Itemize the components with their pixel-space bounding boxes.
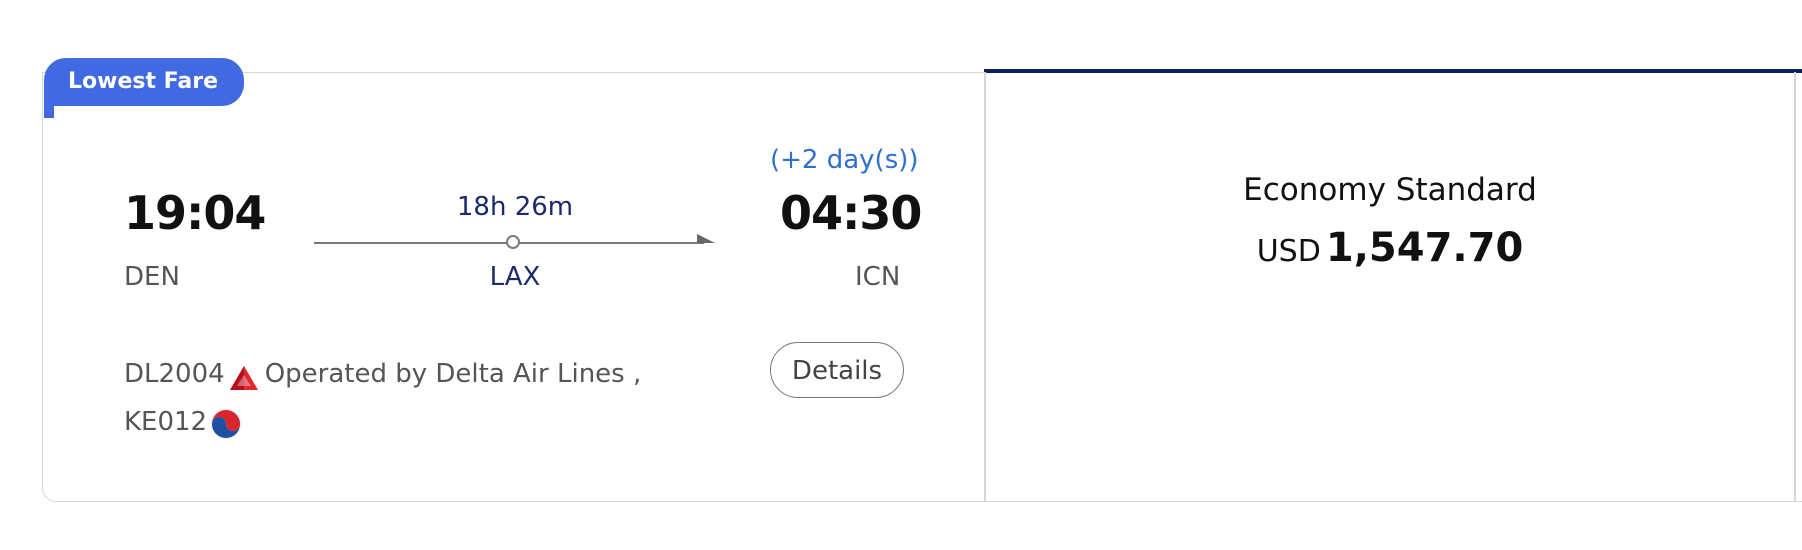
route-arrow-icon [697, 234, 715, 243]
flight-row: DL2004 Operated by Delta Air Lines , [124, 350, 641, 398]
arrival-airport: ICN [855, 262, 901, 292]
fare-column-top-border [984, 69, 1802, 73]
stopover-dot-icon [506, 235, 520, 249]
flight-row: KE012 [124, 398, 641, 446]
flight-duration: 18h 26m [456, 192, 574, 222]
arrival-day-offset: (+2 day(s)) [770, 145, 919, 175]
stopover-airport: LAX [489, 262, 541, 292]
lowest-fare-badge: Lowest Fare [44, 58, 245, 106]
departure-airport: DEN [124, 262, 180, 292]
operated-by-text: Operated by Delta Air Lines , [264, 359, 642, 389]
fare-price[interactable]: USD 1,547.70 [1110, 225, 1670, 271]
korean-air-logo-icon [211, 407, 241, 439]
delta-logo-icon [229, 360, 259, 390]
column-divider [984, 72, 986, 502]
flight-numbers: DL2004 Operated by Delta Air Lines , KE0… [124, 350, 641, 446]
column-divider-right [1794, 72, 1796, 502]
fare-amount: 1,547.70 [1325, 225, 1524, 271]
flight-number: KE012 [124, 407, 208, 437]
departure-time: 19:04 [124, 186, 266, 240]
arrival-time: 04:30 [780, 186, 922, 240]
fare-class-name[interactable]: Economy Standard [1110, 172, 1670, 208]
flight-number: DL2004 [124, 359, 225, 389]
fare-currency: USD [1256, 234, 1321, 269]
details-button[interactable]: Details [770, 342, 904, 398]
